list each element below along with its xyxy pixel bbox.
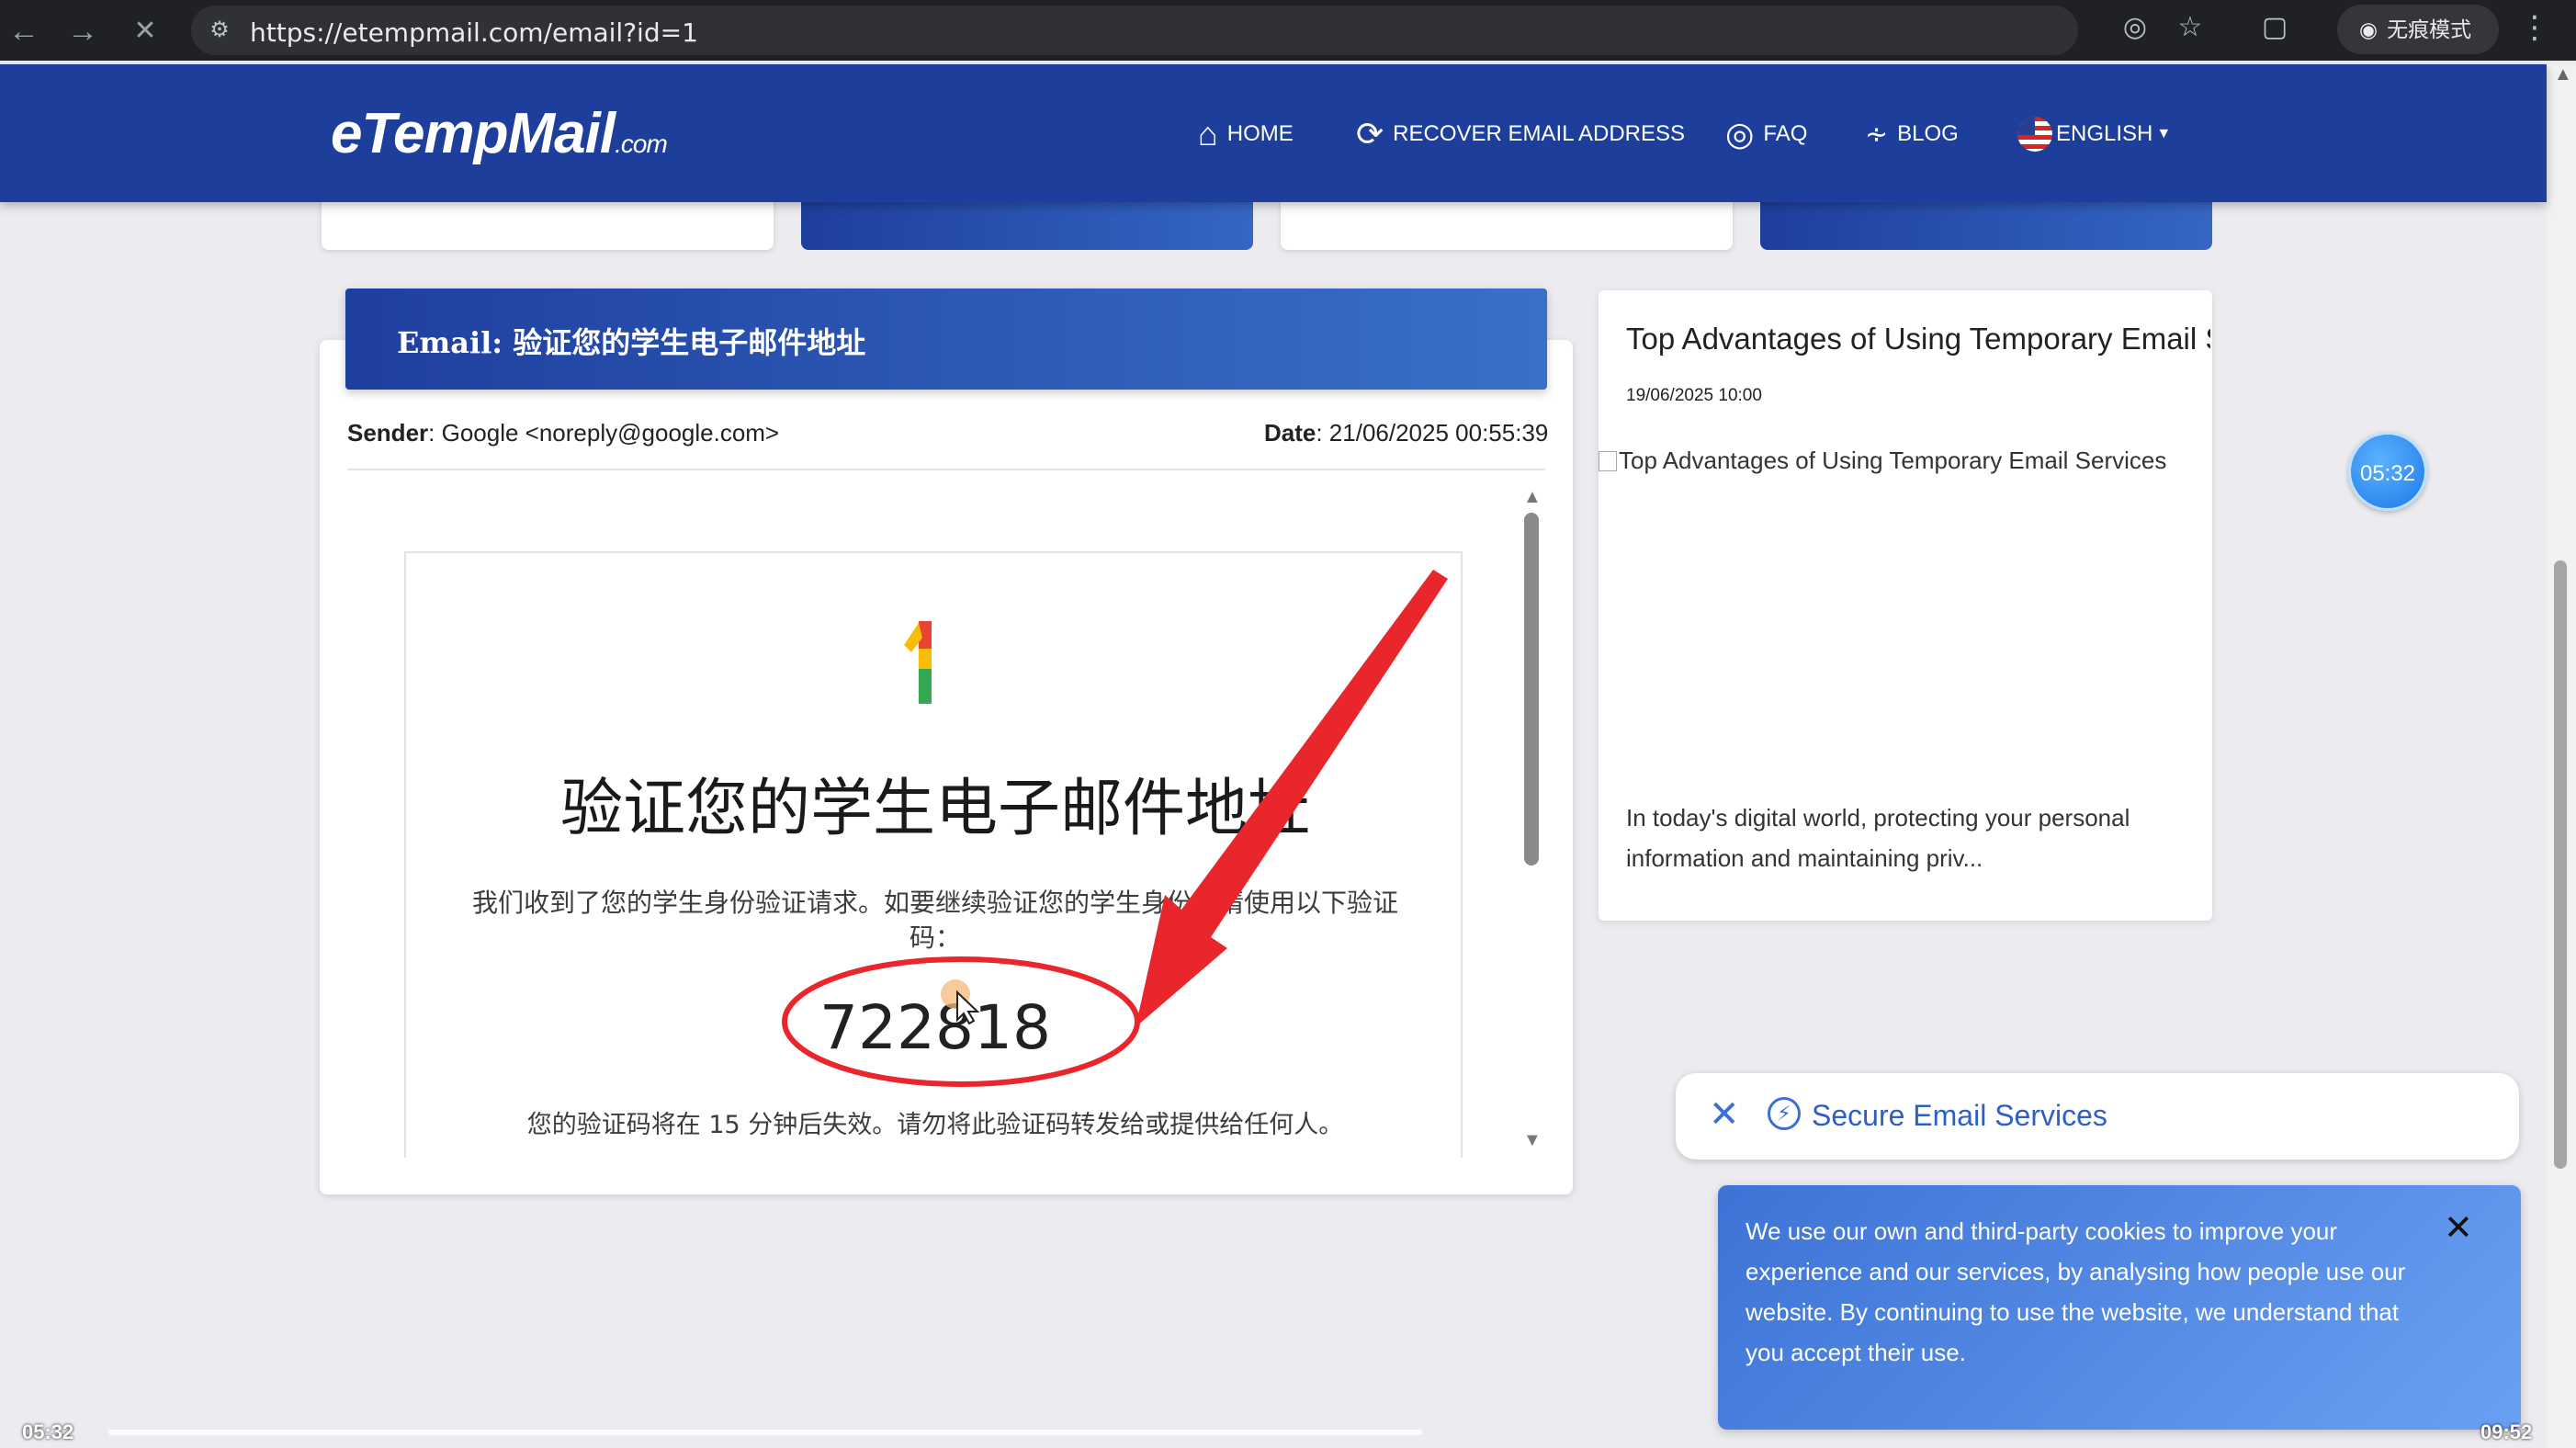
lifebuoy-icon: ◎ bbox=[1725, 115, 1755, 153]
secure-email-pill[interactable]: ✕ ⚡ Secure Email Services bbox=[1676, 1073, 2519, 1160]
browser-menu-icon[interactable]: ⋮ bbox=[2519, 9, 2550, 46]
scroll-thumb[interactable] bbox=[1524, 513, 1539, 865]
video-total: 09:52 bbox=[2480, 1420, 2533, 1443]
timer-bubble[interactable]: 05:32 bbox=[2348, 432, 2427, 511]
page-scroll-up-icon[interactable]: ▲ bbox=[2554, 64, 2572, 85]
email-paragraph: 我们收到了您的学生身份验证请求。如要继续验证您的学生身份，请使用以下验证码： bbox=[471, 888, 1398, 953]
nav-blog[interactable]: ∻ BLOG bbox=[1865, 114, 1959, 154]
address-bar[interactable]: ⚙ https://etempmail.com/email?id=1 bbox=[191, 6, 2078, 55]
bolt-icon: ⚡ bbox=[1768, 1097, 1801, 1130]
us-flag-icon bbox=[2017, 117, 2052, 152]
blog-date: 19/06/2025 10:00 bbox=[1626, 386, 1762, 405]
browser-toolbar: ← → ✕ ⚙ https://etempmail.com/email?id=1… bbox=[0, 0, 2576, 61]
scroll-down-icon[interactable]: ▼ bbox=[1523, 1130, 1542, 1151]
bookmark-star-icon[interactable]: ☆ bbox=[2172, 9, 2209, 46]
site-info-icon[interactable]: ⚙ bbox=[206, 17, 233, 44]
incognito-label: 无痕模式 bbox=[2387, 17, 2472, 41]
secure-email-label[interactable]: Secure Email Services bbox=[1812, 1099, 2107, 1133]
email-date: Date: 21/06/2025 00:55:39 bbox=[1264, 419, 1548, 447]
rss-icon: ∻ bbox=[1865, 119, 1889, 150]
email-title-bar: Email: 验证您的学生电子邮件地址 bbox=[345, 288, 1547, 390]
google-one-icon bbox=[904, 621, 932, 704]
close-icon[interactable]: ✕ bbox=[1709, 1093, 1740, 1136]
incognito-icon: ◉ bbox=[2359, 17, 2378, 41]
site-header: eTempMail.com ⌂ HOME ⟳ RECOVER EMAIL ADD… bbox=[0, 64, 2547, 202]
logo-suffix: .com bbox=[615, 130, 668, 158]
meta-divider bbox=[347, 469, 1545, 470]
logo-main: eTempMail bbox=[331, 102, 616, 165]
email-title: Email: 验证您的学生电子邮件地址 bbox=[397, 325, 866, 360]
blog-card[interactable]: Top Advantages of Using Temporary Email … bbox=[1599, 290, 2212, 921]
sender-value: : Google <noreply@google.com> bbox=[428, 419, 780, 447]
page-scroll-thumb[interactable] bbox=[2554, 560, 2567, 1169]
blog-title[interactable]: Top Advantages of Using Temporary Email … bbox=[1626, 322, 2210, 356]
home-icon: ⌂ bbox=[1198, 115, 1218, 153]
site-logo[interactable]: eTempMail.com bbox=[331, 101, 668, 166]
video-progress-bar[interactable]: 05:32 09:52 bbox=[0, 1415, 2576, 1448]
refresh-icon: ⟳ bbox=[1356, 115, 1384, 153]
nav-blog-label: BLOG bbox=[1897, 121, 1959, 146]
email-sender: Sender: Google <noreply@google.com> bbox=[347, 419, 779, 447]
blog-excerpt: In today's digital world, protecting you… bbox=[1626, 804, 2130, 872]
email-body: 验证您的学生电子邮件地址 我们收到了您的学生身份验证请求。如要继续验证您的学生身… bbox=[404, 551, 1463, 1158]
video-track[interactable] bbox=[108, 1430, 1422, 1435]
caret-down-icon: ▼ bbox=[2156, 126, 2172, 141]
nav-recover-label: RECOVER EMAIL ADDRESS bbox=[1393, 121, 1686, 146]
forward-icon[interactable]: → bbox=[64, 13, 101, 50]
nav-faq-label: FAQ bbox=[1763, 121, 1808, 146]
broken-image-icon bbox=[1599, 451, 1617, 471]
language-label: ENGLISH bbox=[2056, 121, 2153, 146]
cookie-text: We use our own and third-party cookies t… bbox=[1746, 1217, 2406, 1366]
back-icon[interactable]: ← bbox=[6, 13, 42, 50]
verification-code[interactable]: 722818 bbox=[406, 992, 1461, 1063]
expiry-note: 您的验证码将在 15 分钟后失效。请勿将此验证码转发给或提供给任何人。 bbox=[526, 1111, 1344, 1139]
sender-label: Sender bbox=[347, 419, 429, 447]
cookie-close-icon[interactable]: ✕ bbox=[2444, 1207, 2473, 1249]
nav-recover[interactable]: ⟳ RECOVER EMAIL ADDRESS bbox=[1356, 114, 1685, 154]
blog-image[interactable]: Top Advantages of Using Temporary Email … bbox=[1599, 447, 2212, 502]
stop-loading-icon[interactable]: ✕ bbox=[127, 13, 164, 50]
language-selector[interactable]: ENGLISH ▼ bbox=[2017, 114, 2171, 154]
date-label: Date bbox=[1264, 419, 1316, 447]
page-scrollbar[interactable]: ▲ bbox=[2547, 64, 2576, 1448]
url-text[interactable]: https://etempmail.com/email?id=1 bbox=[250, 17, 698, 48]
cookie-banner: We use our own and third-party cookies t… bbox=[1718, 1185, 2521, 1430]
extensions-icon[interactable]: ▢ bbox=[2256, 9, 2293, 46]
email-scrollbar[interactable]: ▲ ▼ bbox=[1518, 487, 1545, 1152]
nav-faq[interactable]: ◎ FAQ bbox=[1725, 114, 1807, 154]
email-headline: 验证您的学生电子邮件地址 bbox=[559, 773, 1310, 845]
video-elapsed: 05:32 bbox=[22, 1420, 74, 1443]
nav-home[interactable]: ⌂ HOME bbox=[1198, 114, 1294, 154]
blog-image-alt: Top Advantages of Using Temporary Email … bbox=[1619, 447, 2167, 474]
scroll-up-icon[interactable]: ▲ bbox=[1523, 487, 1542, 508]
incognito-badge[interactable]: ◉ 无痕模式 bbox=[2337, 5, 2499, 54]
eye-off-icon[interactable]: ◎ bbox=[2117, 9, 2153, 46]
date-value: : 21/06/2025 00:55:39 bbox=[1316, 419, 1549, 447]
nav-home-label: HOME bbox=[1226, 121, 1294, 146]
